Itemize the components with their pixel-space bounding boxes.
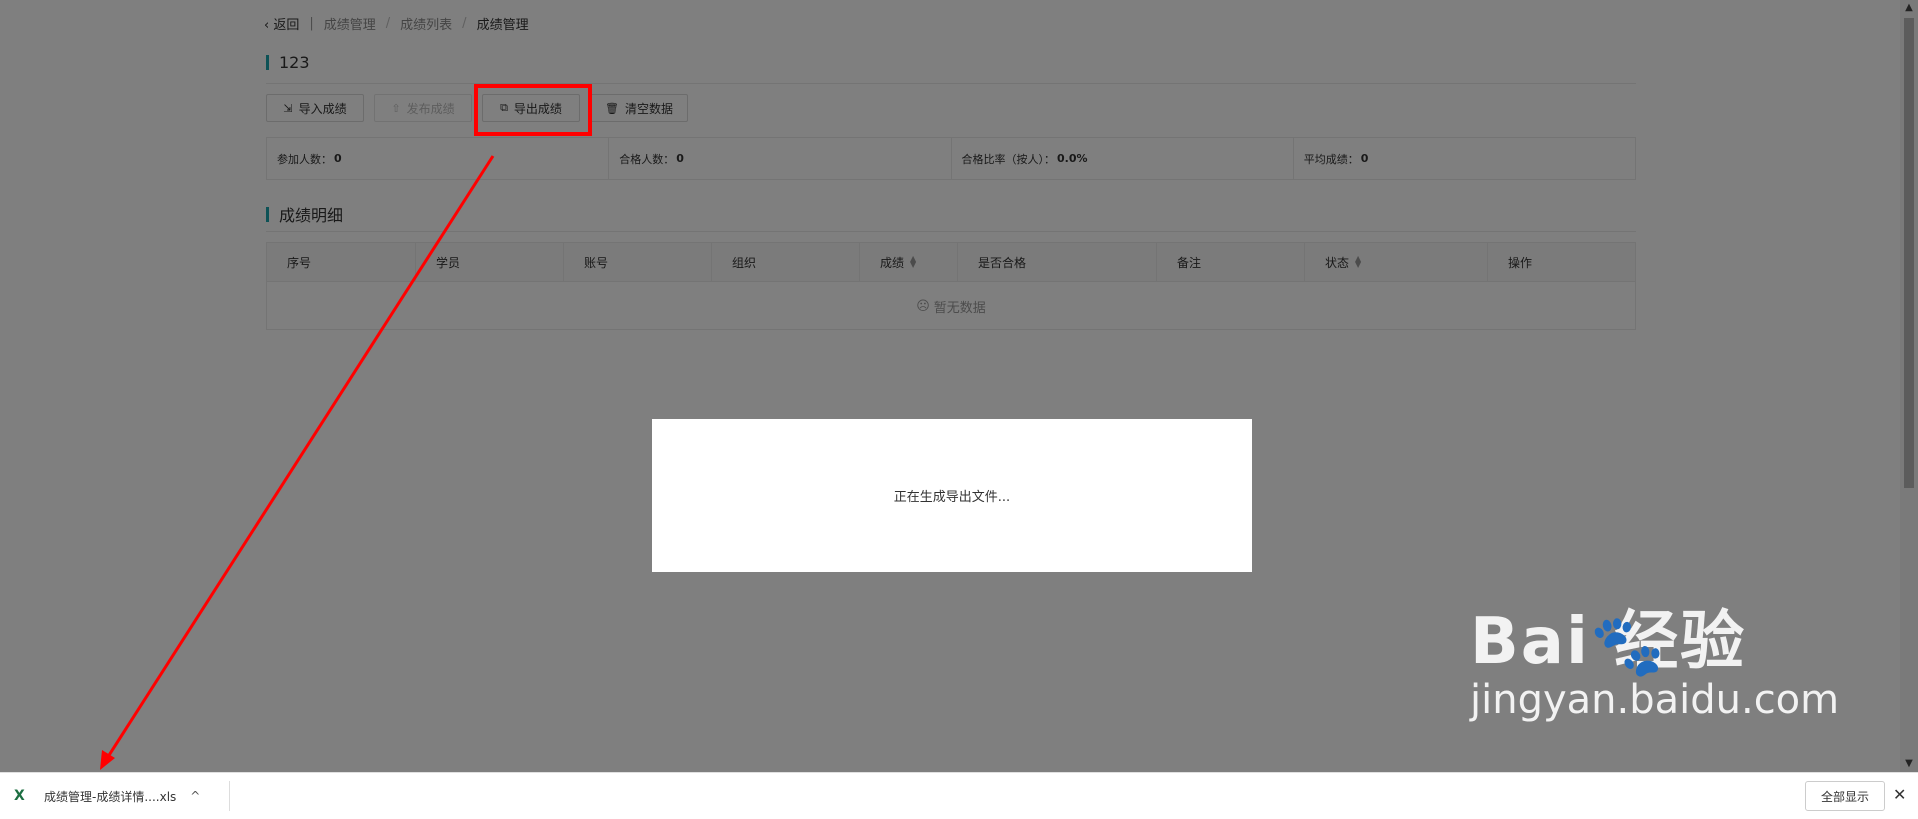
download-item[interactable]: X 成绩管理-成绩详情....xls ^	[14, 773, 200, 819]
show-all-label: 全部显示	[1820, 789, 1869, 804]
download-divider	[229, 781, 230, 811]
download-bar: X 成绩管理-成绩详情....xls ^ 全部显示 ✕	[0, 772, 1918, 819]
watermark: Bai 经验 🐾 jingyan.baidu.com	[1470, 610, 1839, 720]
show-all-button[interactable]: 全部显示	[1805, 781, 1885, 811]
excel-file-icon: X	[14, 788, 25, 804]
arrow-head	[100, 750, 115, 770]
arrow-line	[102, 155, 495, 764]
close-icon[interactable]: ✕	[1893, 785, 1906, 804]
paw-icon: 🐾	[1590, 611, 1665, 681]
watermark-url: jingyan.baidu.com	[1470, 677, 1840, 723]
download-file-name[interactable]: 成绩管理-成绩详情....xls	[44, 788, 176, 805]
chevron-up-icon[interactable]: ^	[190, 789, 200, 803]
